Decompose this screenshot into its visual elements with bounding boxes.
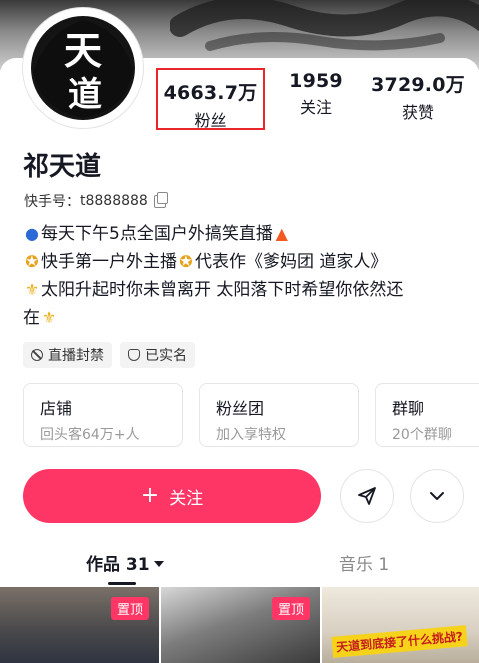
video-thumbnail[interactable]: 置顶 <box>0 587 159 663</box>
following-label: 关注 <box>299 98 332 117</box>
profile-tags: 直播封禁 已实名 <box>23 342 195 368</box>
video-thumbnail[interactable]: 天道到底接了什么挑战? <box>322 587 479 663</box>
card-fan-club-subtitle: 加入享特权 <box>216 427 286 443</box>
bio-line-2: ✪ 快手第一户外主播 ✪ 代表作《爹妈团 道家人》 <box>23 248 463 276</box>
bio-line-3: ⚜ 太阳升起时你未曾离开 太阳落下时希望你依然还 <box>23 276 463 304</box>
pinned-badge: 置顶 <box>110 597 149 620</box>
card-group-chat-title: 群聊 <box>392 399 425 418</box>
chevron-down-icon <box>430 492 444 500</box>
tab-works[interactable]: 作品 31 <box>86 550 164 575</box>
speaking-head-icon: ● <box>25 224 39 243</box>
fire-icon: ▲ <box>275 224 288 243</box>
kuaishou-id-label: 快手号： <box>24 194 80 210</box>
medal-icon: ✪ <box>25 252 39 271</box>
fans-stat[interactable]: 4663.7万 粉丝 <box>156 68 265 130</box>
more-button[interactable] <box>410 469 464 523</box>
copy-icon[interactable] <box>153 191 168 208</box>
video-caption: 天道到底接了什么挑战? <box>331 625 468 658</box>
content-tabs: 作品 31 音乐 1 <box>0 540 479 586</box>
plus-icon: + <box>140 482 160 508</box>
tag-verified[interactable]: 已实名 <box>120 342 195 368</box>
tab-music[interactable]: 音乐 1 <box>339 550 389 575</box>
following-stat[interactable]: 1959 关注 <box>284 70 348 118</box>
card-fan-club[interactable]: 粉丝团 加入享特权 <box>199 383 359 447</box>
tag-live-banned[interactable]: 直播封禁 <box>23 342 112 368</box>
following-count: 1959 <box>289 70 343 92</box>
avatar-char-top: 天 <box>64 28 102 73</box>
fans-label: 粉丝 <box>194 111 227 130</box>
card-shop-title: 店铺 <box>40 399 73 418</box>
card-group-chat-subtitle: 20个群聊 <box>392 427 452 443</box>
avatar-image: 天 道 <box>31 16 135 120</box>
banner-calligraphy-image <box>170 0 479 51</box>
medal-icon: ✪ <box>179 252 193 271</box>
bio: ● 每天下午5点全国户外搞笑直播 ▲ ✪ 快手第一户外主播 ✪ 代表作《爹妈团 道家人》 … <box>23 220 463 332</box>
ban-icon <box>31 349 43 361</box>
caret-down-icon <box>153 561 164 567</box>
fleur-de-lis-icon: ⚜ <box>41 308 57 327</box>
likes-label: 获赞 <box>401 103 434 122</box>
feature-cards: 店铺 回头客64万+人 粉丝团 加入享特权 群聊 20个群聊 <box>23 383 479 447</box>
card-fan-club-title: 粉丝团 <box>216 399 265 418</box>
bio-line-4: 在 ⚜ <box>23 304 463 332</box>
video-thumbnail[interactable]: 置顶 <box>161 587 320 663</box>
card-group-chat[interactable]: 群聊 20个群聊 <box>375 383 479 447</box>
follow-button-label: 关注 <box>169 488 204 509</box>
works-grid: 置顶 置顶 天道到底接了什么挑战? <box>0 587 479 663</box>
card-shop-subtitle: 回头客64万+人 <box>40 427 140 443</box>
kuaishou-id-row[interactable]: 快手号： t8888888 <box>24 191 168 211</box>
share-button[interactable] <box>340 469 394 523</box>
likes-count: 3729.0万 <box>371 74 465 96</box>
tab-active-indicator <box>108 582 136 585</box>
avatar-char-bottom: 道 <box>68 75 102 115</box>
avatar[interactable]: 天 道 <box>23 8 143 128</box>
follow-button[interactable]: + 关注 <box>23 469 321 523</box>
pinned-badge: 置顶 <box>271 597 310 620</box>
profile-name: 祁天道 <box>23 152 102 182</box>
kuaishou-id-value: t8888888 <box>80 193 148 209</box>
fleur-de-lis-icon: ⚜ <box>24 280 40 299</box>
shield-icon <box>128 349 140 361</box>
bio-line-1: ● 每天下午5点全国户外搞笑直播 ▲ <box>23 220 463 248</box>
likes-stat[interactable]: 3729.0万 获赞 <box>370 70 466 123</box>
send-icon <box>358 487 376 505</box>
fans-count: 4663.7万 <box>163 82 258 104</box>
card-shop[interactable]: 店铺 回头客64万+人 <box>23 383 183 447</box>
